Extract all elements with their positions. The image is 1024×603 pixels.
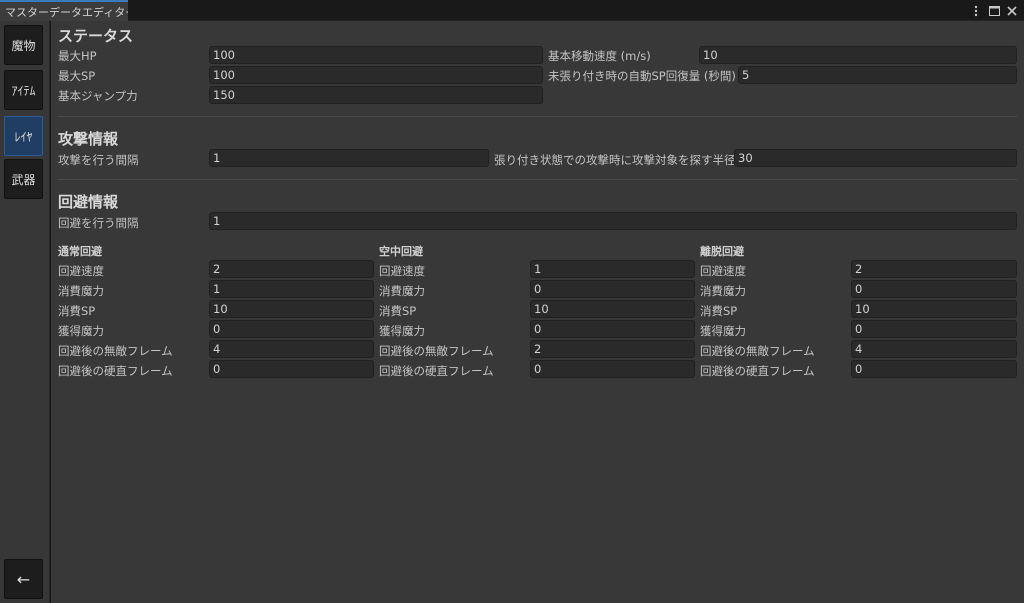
jump-label: 基本ジャンプ力 <box>58 89 138 103</box>
mana-cost-field[interactable]: 0 <box>530 280 695 298</box>
max-hp-field[interactable]: 100 <box>209 46 543 64</box>
sidebar-item-label: ｱｲﾃﾑ <box>11 83 36 98</box>
sp-cost-field[interactable]: 10 <box>851 300 1017 318</box>
search-radius-label: 張り付き状態での攻撃時に攻撃対象を探す半径 <box>494 153 736 167</box>
escape-evasion-title: 離脱回避 <box>700 245 744 258</box>
evade-speed-label: 回避速度 <box>58 264 104 278</box>
sidebar-item-player[interactable]: ﾚｲﾔ <box>4 116 43 156</box>
divider <box>58 179 1017 180</box>
recovery-frames-field[interactable]: 0 <box>209 360 374 378</box>
mana-gain-label: 獲得魔力 <box>58 324 104 338</box>
evade-speed-field[interactable]: 2 <box>209 260 374 278</box>
mana-cost-label: 消費魔力 <box>379 284 425 298</box>
close-icon[interactable] <box>1006 4 1018 18</box>
attack-interval-label: 攻撃を行う間隔 <box>58 153 139 167</box>
mana-cost-label: 消費魔力 <box>58 284 104 298</box>
sp-regen-field[interactable]: 5 <box>738 66 1017 84</box>
evasion-interval-field[interactable]: 1 <box>209 212 1017 230</box>
sidebar-item-monster[interactable]: 魔物 <box>4 25 43 65</box>
evasion-section-title: 回避情報 <box>58 193 119 211</box>
title-bar: マスターデータエディター <box>0 0 1024 21</box>
jump-field[interactable]: 150 <box>209 86 543 104</box>
invincible-frames-field[interactable]: 2 <box>530 340 695 358</box>
main-panel: ステータス 最大HP 100 基本移動速度 (m/s) 10 最大SP 100 … <box>51 21 1024 603</box>
evade-speed-label: 回避速度 <box>700 264 746 278</box>
invincible-frames-label: 回避後の無敵フレーム <box>379 344 494 358</box>
sidebar-item-item[interactable]: ｱｲﾃﾑ <box>4 70 43 110</box>
invincible-frames-field[interactable]: 4 <box>851 340 1017 358</box>
back-arrow-icon: ← <box>16 569 31 589</box>
evade-speed-field[interactable]: 1 <box>530 260 695 278</box>
evade-speed-label: 回避速度 <box>379 264 425 278</box>
evade-speed-field[interactable]: 2 <box>851 260 1017 278</box>
recovery-frames-field[interactable]: 0 <box>851 360 1017 378</box>
invincible-frames-label: 回避後の無敵フレーム <box>700 344 815 358</box>
mana-gain-field[interactable]: 0 <box>530 320 695 338</box>
move-speed-label: 基本移動速度 (m/s) <box>548 49 651 63</box>
sp-cost-label: 消費SP <box>700 304 738 318</box>
sidebar: 魔物 ｱｲﾃﾑ ﾚｲﾔ 武器 ← <box>0 21 50 603</box>
attack-section-title: 攻撃情報 <box>58 130 119 148</box>
mana-gain-label: 獲得魔力 <box>379 324 425 338</box>
recovery-frames-label: 回避後の硬直フレーム <box>58 364 173 378</box>
recovery-frames-label: 回避後の硬直フレーム <box>379 364 494 378</box>
mana-cost-field[interactable]: 0 <box>851 280 1017 298</box>
status-section-title: ステータス <box>58 27 134 45</box>
recovery-frames-label: 回避後の硬直フレーム <box>700 364 815 378</box>
mana-gain-field[interactable]: 0 <box>851 320 1017 338</box>
sidebar-item-label: 武器 <box>11 172 36 187</box>
evasion-interval-label: 回避を行う間隔 <box>58 216 139 230</box>
mana-gain-label: 獲得魔力 <box>700 324 746 338</box>
sp-cost-label: 消費SP <box>58 304 96 318</box>
search-radius-field[interactable]: 30 <box>734 149 1017 167</box>
mana-cost-field[interactable]: 1 <box>209 280 374 298</box>
sidebar-item-label: 魔物 <box>11 38 36 53</box>
sidebar-item-weapon[interactable]: 武器 <box>4 159 43 199</box>
editor-tab[interactable]: マスターデータエディター <box>0 0 128 21</box>
sp-cost-label: 消費SP <box>379 304 417 318</box>
window-controls <box>970 3 1018 19</box>
invincible-frames-field[interactable]: 4 <box>209 340 374 358</box>
max-hp-label: 最大HP <box>58 49 97 63</box>
attack-interval-field[interactable]: 1 <box>209 149 489 167</box>
invincible-frames-label: 回避後の無敵フレーム <box>58 344 173 358</box>
back-button[interactable]: ← <box>4 559 43 599</box>
sp-cost-field[interactable]: 10 <box>530 300 695 318</box>
maximize-icon[interactable] <box>988 4 1000 18</box>
sp-regen-label: 未張り付き時の自動SP回復量 (秒間) <box>548 69 736 83</box>
sidebar-item-label: ﾚｲﾔ <box>14 129 33 144</box>
move-speed-field[interactable]: 10 <box>699 46 1017 64</box>
sp-cost-field[interactable]: 10 <box>209 300 374 318</box>
mana-gain-field[interactable]: 0 <box>209 320 374 338</box>
more-vertical-icon[interactable] <box>970 4 982 18</box>
max-sp-field[interactable]: 100 <box>209 66 543 84</box>
air-evasion-title: 空中回避 <box>379 245 423 258</box>
max-sp-label: 最大SP <box>58 69 96 83</box>
normal-evasion-title: 通常回避 <box>58 245 102 258</box>
mana-cost-label: 消費魔力 <box>700 284 746 298</box>
recovery-frames-field[interactable]: 0 <box>530 360 695 378</box>
divider <box>58 116 1017 117</box>
